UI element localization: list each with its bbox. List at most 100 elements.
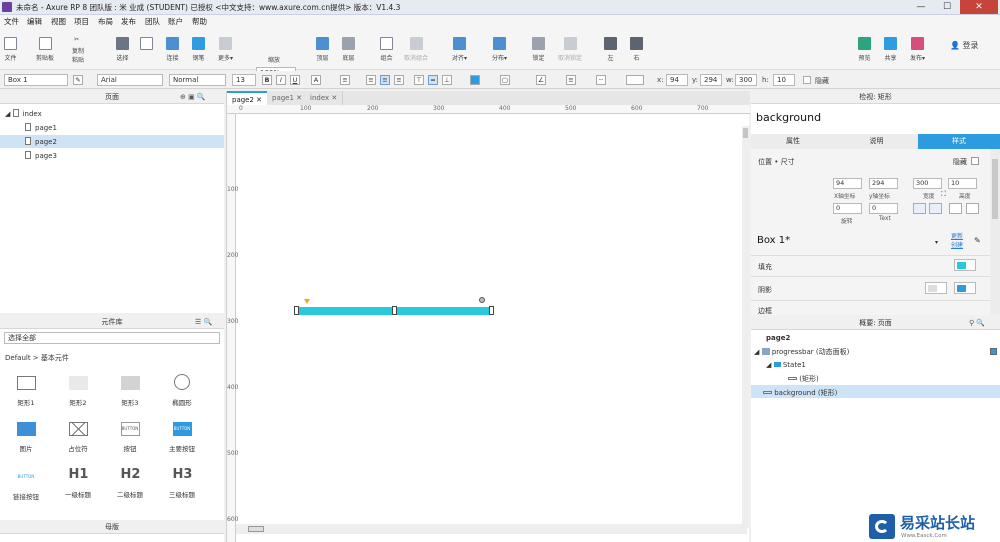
font-family-select[interactable]: Arial bbox=[97, 74, 163, 86]
y-input[interactable]: 294 bbox=[700, 74, 722, 86]
fill-color-swatch[interactable] bbox=[954, 259, 976, 271]
widget-link-button[interactable]: BUTTON 链接按钮 bbox=[4, 470, 48, 501]
widget-rect2[interactable]: 矩形2 bbox=[56, 376, 100, 407]
width-input[interactable]: 300 bbox=[913, 178, 942, 189]
cut-button[interactable]: ✂ bbox=[74, 36, 79, 43]
font-color-button[interactable]: A bbox=[311, 75, 321, 85]
scrollbar-thumb[interactable] bbox=[248, 526, 264, 532]
resize-handle-right[interactable] bbox=[489, 306, 494, 315]
fill-color-button[interactable] bbox=[470, 75, 480, 85]
widget-primary-button[interactable]: BUTTON 主要按钮 bbox=[160, 422, 204, 453]
copy-button[interactable]: 复制 bbox=[72, 46, 84, 55]
line-color-button[interactable]: ∠ bbox=[536, 75, 546, 85]
tab-style[interactable]: 样式 bbox=[918, 134, 1000, 149]
tab-index[interactable]: index ✕ bbox=[305, 91, 344, 105]
underline-button[interactable]: U bbox=[290, 75, 300, 85]
inspector-scrollbar[interactable] bbox=[990, 149, 1000, 315]
file-button[interactable]: 文件 bbox=[4, 37, 17, 62]
height-input[interactable]: 10 bbox=[773, 74, 795, 86]
create-style-link[interactable]: 创建 bbox=[951, 240, 963, 249]
menu-project[interactable]: 项目 bbox=[74, 16, 89, 27]
shadow-type-swatch[interactable] bbox=[925, 282, 947, 294]
bold-button[interactable]: B bbox=[262, 75, 272, 85]
menu-file[interactable]: 文件 bbox=[4, 16, 19, 27]
align-center-icon[interactable]: ≡ bbox=[380, 75, 390, 85]
bullet-list-icon[interactable]: ≡ bbox=[340, 75, 350, 85]
outline-page[interactable]: page2 bbox=[766, 334, 790, 342]
visibility-toggle[interactable] bbox=[990, 348, 997, 355]
menu-edit[interactable]: 编辑 bbox=[27, 16, 42, 27]
scrollbar-thumb[interactable] bbox=[992, 159, 998, 219]
page-page1[interactable]: page1 bbox=[25, 123, 57, 132]
flip-vertical-icon[interactable] bbox=[913, 203, 926, 214]
align-right-icon[interactable]: ≡ bbox=[394, 75, 404, 85]
lock-ratio-icon[interactable]: ⛶ bbox=[941, 190, 946, 199]
login-button[interactable]: 👤 登录 bbox=[950, 40, 979, 51]
interaction-marker-icon[interactable] bbox=[304, 299, 310, 304]
widget-h1[interactable]: H1 一级标题 bbox=[56, 468, 100, 500]
library-filter-select[interactable]: 选择全部 bbox=[4, 332, 220, 344]
page-page3[interactable]: page3 bbox=[25, 151, 57, 160]
widget-image[interactable]: 图片 bbox=[4, 422, 48, 453]
outline-dynamic-panel[interactable]: ◢ progressbar (动态面板) bbox=[754, 347, 849, 357]
font-weight-select[interactable]: Normal bbox=[169, 74, 226, 86]
outline-tools[interactable]: ⚲ 🔍 bbox=[969, 319, 985, 327]
menu-team[interactable]: 团队 bbox=[145, 16, 160, 27]
tab-page1[interactable]: page1 ✕ bbox=[267, 91, 309, 105]
minimize-button[interactable]: — bbox=[908, 0, 934, 14]
resize-handle-middle[interactable] bbox=[392, 306, 397, 315]
widget-ellipse[interactable]: 椭圆形 bbox=[160, 374, 204, 407]
shadow-button[interactable]: ▢ bbox=[500, 75, 510, 85]
publish-button[interactable]: 发布▾ bbox=[910, 37, 925, 62]
resize-handle-left[interactable] bbox=[294, 306, 299, 315]
ungroup-button[interactable]: 取消组合 bbox=[404, 37, 428, 62]
select-button[interactable]: 选择 bbox=[116, 37, 129, 62]
valign-middle-icon[interactable]: ═ bbox=[428, 75, 438, 85]
page-index[interactable]: ◢ index bbox=[5, 109, 42, 118]
close-tab-icon[interactable]: ✕ bbox=[331, 94, 337, 102]
line-width-button[interactable]: ≡ bbox=[566, 75, 576, 85]
widget-h2[interactable]: H2 二级标题 bbox=[108, 468, 152, 500]
clipboard-button[interactable]: 剪贴板 bbox=[36, 37, 54, 62]
panel-tools[interactable]: ⊕ ▣ 🔍 bbox=[180, 93, 206, 101]
canvas-area[interactable]: page2 ✕ page1 ✕ index ✕ 0 100 200 300 40… bbox=[226, 91, 750, 542]
preview-button[interactable]: 预览 bbox=[858, 37, 871, 62]
connect-button[interactable]: 连接 bbox=[166, 37, 179, 62]
tab-notes[interactable]: 说明 bbox=[835, 134, 918, 149]
pen-button[interactable]: 钢笔 bbox=[192, 37, 205, 62]
align-left-icon[interactable]: ≡ bbox=[366, 75, 376, 85]
align-button[interactable]: 对齐▾ bbox=[452, 37, 467, 62]
rotate-handle[interactable] bbox=[479, 297, 485, 303]
widget-name[interactable]: background bbox=[756, 111, 821, 124]
fit-height-icon[interactable] bbox=[966, 203, 979, 214]
menu-help[interactable]: 帮助 bbox=[192, 16, 207, 27]
edit-style-icon[interactable]: ✎ bbox=[974, 236, 981, 245]
select-mode-button[interactable] bbox=[140, 37, 153, 60]
hidden-checkbox[interactable] bbox=[971, 157, 979, 165]
maximize-button[interactable]: ☐ bbox=[934, 0, 960, 14]
share-button[interactable]: 共享 bbox=[884, 37, 897, 62]
distribute-button[interactable]: 分布▾ bbox=[492, 37, 507, 62]
close-tab-icon[interactable]: ✕ bbox=[296, 94, 302, 102]
menu-publish[interactable]: 发布 bbox=[121, 16, 136, 27]
outline-background[interactable]: background (矩形) bbox=[763, 388, 837, 398]
arrow-style-button[interactable] bbox=[626, 75, 644, 85]
style-manager-icon[interactable]: ✎ bbox=[73, 75, 83, 85]
unlock-button[interactable]: 取消锁定 bbox=[558, 37, 582, 62]
line-style-button[interactable]: ┄ bbox=[596, 75, 606, 85]
italic-button[interactable]: I bbox=[276, 75, 286, 85]
horizontal-scrollbar[interactable] bbox=[236, 524, 747, 534]
widget-rect3[interactable]: 矩形3 bbox=[108, 376, 152, 407]
lock-button[interactable]: 锁定 bbox=[532, 37, 545, 62]
widget-placeholder[interactable]: 占位符 bbox=[56, 422, 100, 453]
menu-layout[interactable]: 布局 bbox=[98, 16, 113, 27]
close-button[interactable]: ✕ bbox=[960, 0, 998, 14]
widget-h3[interactable]: H3 三级标题 bbox=[160, 468, 204, 500]
shadow-color-swatch[interactable] bbox=[954, 282, 976, 294]
fit-width-icon[interactable] bbox=[949, 203, 962, 214]
valign-top-icon[interactable]: ⊤ bbox=[414, 75, 424, 85]
close-tab-icon[interactable]: ✕ bbox=[256, 96, 262, 104]
widget-style-name[interactable]: Box 1* bbox=[757, 235, 790, 246]
more-button[interactable]: 更多▾ bbox=[218, 37, 233, 62]
scrollbar-thumb[interactable] bbox=[743, 128, 748, 138]
